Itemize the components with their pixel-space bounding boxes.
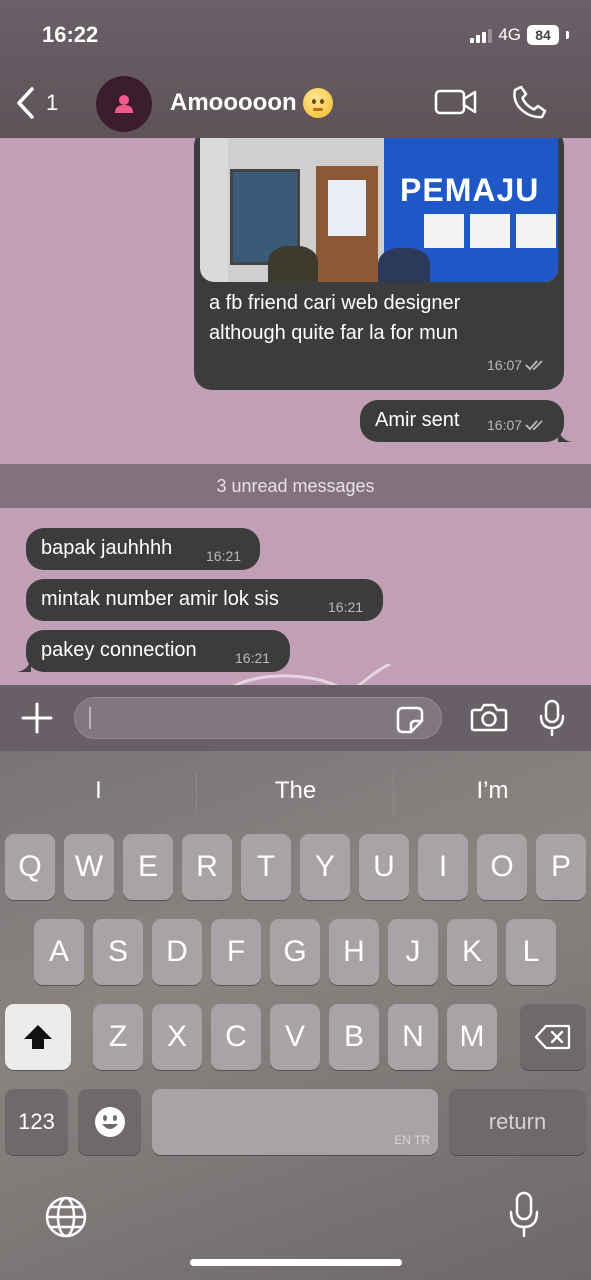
key-q[interactable]: Q xyxy=(5,834,55,900)
suggestion-3[interactable]: I’m xyxy=(394,777,591,805)
key-y[interactable]: Y xyxy=(300,834,350,900)
key-u[interactable]: U xyxy=(359,834,409,900)
battery-icon: 84 xyxy=(527,25,559,45)
backspace-icon xyxy=(535,1024,571,1050)
image-caption: a fb friend cari web designer although q… xyxy=(209,292,461,344)
space-key[interactable]: EN TR xyxy=(152,1089,438,1155)
contact-name[interactable]: Amooooon xyxy=(170,88,333,118)
back-button[interactable]: 1 xyxy=(14,86,58,120)
key-l[interactable]: L xyxy=(506,919,556,985)
signal-icon xyxy=(470,27,493,43)
key-e[interactable]: E xyxy=(123,834,173,900)
key-w[interactable]: W xyxy=(64,834,114,900)
shared-photo[interactable]: PEMAJU xyxy=(200,138,558,282)
status-time: 16:22 xyxy=(42,22,99,47)
key-i[interactable]: I xyxy=(418,834,468,900)
key-s[interactable]: S xyxy=(93,919,143,985)
key-c[interactable]: C xyxy=(211,1004,261,1070)
phone-call-icon[interactable] xyxy=(512,84,548,120)
globe-icon[interactable] xyxy=(44,1195,88,1239)
sent-message[interactable]: Amir sent 16:07 xyxy=(360,400,564,442)
home-indicator[interactable] xyxy=(190,1259,402,1266)
chat-thread[interactable]: PEMAJU a fb friend cari web designer alt… xyxy=(0,138,591,685)
key-m[interactable]: M xyxy=(447,1004,497,1070)
shift-key[interactable] xyxy=(5,1004,71,1070)
microphone-icon[interactable] xyxy=(538,699,566,737)
message-time: 16:07 xyxy=(487,417,545,433)
key-k[interactable]: K xyxy=(447,919,497,985)
key-z[interactable]: Z xyxy=(93,1004,143,1070)
key-h[interactable]: H xyxy=(329,919,379,985)
image-message[interactable]: PEMAJU a fb friend cari web designer alt… xyxy=(194,138,564,390)
person-icon xyxy=(115,95,133,113)
message-composer xyxy=(0,685,591,751)
camera-icon[interactable] xyxy=(470,701,508,733)
wallpaper-doodle xyxy=(232,664,391,685)
avatar[interactable] xyxy=(96,76,152,132)
language-hint: EN TR xyxy=(394,1133,430,1147)
key-b[interactable]: B xyxy=(329,1004,379,1070)
text-cursor xyxy=(89,707,91,729)
key-n[interactable]: N xyxy=(388,1004,438,1070)
message-input[interactable] xyxy=(74,697,442,739)
shushing-face-emoji-icon xyxy=(302,88,333,118)
key-d[interactable]: D xyxy=(152,919,202,985)
on-screen-keyboard: I The I’m Q W E R T Y U I O P A S D F G … xyxy=(0,751,591,1280)
suggestion-2[interactable]: The xyxy=(197,777,394,805)
sticker-icon[interactable] xyxy=(395,705,425,735)
bubble-tail xyxy=(558,428,572,442)
chevron-left-icon xyxy=(17,87,34,119)
network-label: 4G xyxy=(498,25,521,44)
status-indicators: 4G 84 xyxy=(470,25,569,45)
dictation-mic-icon[interactable] xyxy=(508,1191,540,1239)
received-message[interactable]: bapak jauhhhh 16:21 xyxy=(26,528,260,570)
key-p[interactable]: P xyxy=(536,834,586,900)
key-j[interactable]: J xyxy=(388,919,438,985)
emoji-key[interactable] xyxy=(78,1089,141,1155)
unread-divider: 3 unread messages xyxy=(0,464,591,508)
key-o[interactable]: O xyxy=(477,834,527,900)
return-key[interactable]: return xyxy=(449,1089,586,1155)
shift-arrow-icon xyxy=(24,1025,52,1049)
video-call-icon[interactable] xyxy=(434,86,478,118)
emoji-icon xyxy=(94,1107,125,1137)
plus-icon[interactable] xyxy=(20,701,54,735)
numbers-key[interactable]: 123 xyxy=(5,1089,68,1155)
suggestion-1[interactable]: I xyxy=(0,777,197,805)
key-f[interactable]: F xyxy=(211,919,261,985)
key-g[interactable]: G xyxy=(270,919,320,985)
backspace-key[interactable] xyxy=(520,1004,586,1070)
double-check-icon xyxy=(525,360,543,371)
message-time: 16:07 xyxy=(487,357,545,373)
key-r[interactable]: R xyxy=(182,834,232,900)
unread-count: 1 xyxy=(46,90,59,115)
key-v[interactable]: V xyxy=(270,1004,320,1070)
chat-header: 16:22 4G 84 1 Amooooon xyxy=(0,0,591,138)
photo-sign-text: PEMAJU xyxy=(400,172,540,208)
key-a[interactable]: A xyxy=(34,919,84,985)
key-x[interactable]: X xyxy=(152,1004,202,1070)
key-t[interactable]: T xyxy=(241,834,291,900)
double-check-icon xyxy=(525,420,543,431)
received-message[interactable]: mintak number amir lok sis 16:21 xyxy=(26,579,383,621)
bubble-tail xyxy=(17,658,31,672)
